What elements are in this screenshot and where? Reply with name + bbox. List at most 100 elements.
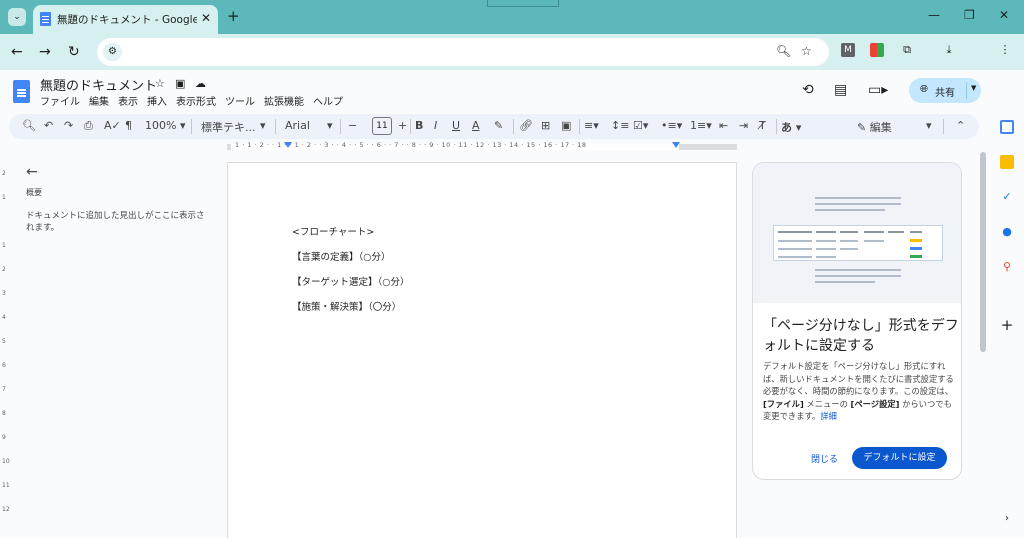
tab-search-button[interactable]: ⌄: [8, 8, 26, 26]
restore-button[interactable]: ❐: [964, 8, 975, 22]
site-info-icon[interactable]: ⚙: [103, 43, 122, 61]
menu-insert[interactable]: 挿入: [147, 93, 167, 108]
input-mode-select[interactable]: あ ▾: [781, 119, 801, 135]
illus-line: [815, 203, 901, 205]
menu-view[interactable]: 表示: [118, 93, 138, 108]
set-default-button[interactable]: デフォルトに設定: [852, 447, 947, 469]
illus-line: [840, 240, 858, 242]
add-comment-icon[interactable]: ⊞: [541, 119, 550, 132]
back-button[interactable]: ←: [11, 44, 23, 60]
link-icon[interactable]: 🔗︎: [519, 119, 533, 132]
document-title[interactable]: 無題のドキュメント: [40, 75, 157, 94]
close-window-button[interactable]: ✕: [999, 8, 1009, 22]
download-icon[interactable]: ⤓: [942, 43, 956, 57]
promo-details-link[interactable]: 詳細: [820, 411, 837, 421]
line-spacing-icon[interactable]: ↕≡: [611, 119, 629, 132]
paint-format-icon[interactable]: ¶: [125, 119, 132, 132]
browser-tab[interactable]: 無題のドキュメント - Google ドキュメント ✕: [33, 5, 218, 34]
checklist-icon[interactable]: ☑▾: [633, 119, 648, 132]
forward-button[interactable]: →: [39, 44, 51, 60]
gmail-extension-icon[interactable]: M: [841, 43, 855, 57]
promo-close-button[interactable]: 閉じる: [811, 452, 838, 465]
decrease-font-icon[interactable]: −: [348, 119, 357, 132]
horizontal-ruler[interactable]: 1 · 1 · 2 · · 1 · · 1 · 2 · · 3 · · 4 · …: [227, 141, 737, 152]
redo-icon[interactable]: ↷: [64, 119, 73, 132]
close-outline-icon[interactable]: ←: [26, 164, 38, 180]
font-size-input[interactable]: 11: [372, 117, 392, 135]
menu-file[interactable]: ファイル: [40, 93, 80, 108]
star-icon[interactable]: ☆: [155, 77, 165, 90]
mode-dropdown-icon[interactable]: ▾: [926, 119, 932, 132]
hide-menus-icon[interactable]: ⌃: [956, 119, 965, 132]
font-select[interactable]: Arial: [285, 119, 310, 132]
menu-format[interactable]: 表示形式: [176, 93, 216, 108]
show-side-panel-icon[interactable]: ›: [1000, 512, 1014, 526]
print-icon[interactable]: ⎙: [84, 119, 93, 133]
align-icon[interactable]: ≡▾: [584, 119, 599, 132]
cloud-status-icon[interactable]: ☁: [195, 77, 206, 90]
extensions-puzzle-icon[interactable]: ⧉: [900, 43, 914, 57]
numbered-list-icon[interactable]: 1≡▾: [690, 119, 712, 132]
document-line[interactable]: 【施策・解決策】（〇分）: [292, 299, 401, 313]
illus-line: [778, 256, 812, 258]
menu-help[interactable]: ヘルプ: [313, 93, 343, 108]
contacts-icon[interactable]: ●: [1000, 225, 1014, 239]
promo-title: 「ページ分けなし」形式をデフォルトに設定する: [763, 318, 959, 354]
zoom-value: 100%: [145, 119, 177, 132]
increase-font-icon[interactable]: +: [398, 119, 407, 132]
style-select[interactable]: 標準テキ...: [201, 119, 269, 135]
underline-icon[interactable]: U: [452, 119, 460, 132]
spellcheck-icon[interactable]: A✓: [104, 119, 121, 132]
editing-mode-label: 編集: [869, 121, 892, 134]
menu-edit[interactable]: 編集: [89, 93, 109, 108]
editing-mode-select[interactable]: ✎ 編集: [857, 119, 892, 135]
docs-logo-icon[interactable]: [13, 80, 30, 103]
zoom-icon[interactable]: 🔍︎: [776, 44, 791, 58]
move-folder-icon[interactable]: ▣: [175, 77, 185, 90]
keep-icon[interactable]: [1000, 155, 1014, 169]
menu-tools[interactable]: ツール: [225, 93, 255, 108]
comments-icon[interactable]: ▤: [834, 82, 847, 98]
vruler-number: 8: [2, 410, 6, 417]
zoom-select[interactable]: 100% ▾: [145, 119, 185, 132]
document-page[interactable]: <フローチャート> 【言葉の定義】（○分） 【ターゲット選定】（○分） 【施策・…: [227, 162, 737, 538]
version-history-icon[interactable]: ⟲: [802, 82, 814, 98]
bold-icon[interactable]: B: [415, 119, 423, 132]
illus-line: [910, 231, 922, 233]
text-color-icon[interactable]: A: [472, 119, 480, 132]
style-dropdown-icon[interactable]: ▾: [260, 119, 266, 132]
italic-icon[interactable]: I: [434, 119, 437, 132]
document-line[interactable]: 【ターゲット選定】（○分）: [292, 274, 410, 288]
decrease-indent-icon[interactable]: ⇤: [719, 119, 728, 132]
highlight-icon[interactable]: ✎: [494, 119, 503, 132]
minimize-button[interactable]: —: [928, 8, 940, 22]
toolbar-divider: [191, 119, 192, 134]
browser-menu-icon[interactable]: ⋮: [998, 43, 1012, 57]
toolbar-divider: [943, 119, 944, 134]
maps-icon[interactable]: ⚲: [1000, 260, 1014, 274]
increase-indent-icon[interactable]: ⇥: [739, 119, 748, 132]
new-tab-button[interactable]: +: [227, 7, 240, 25]
clear-formatting-icon[interactable]: T̸: [759, 119, 766, 132]
share-button[interactable]: 🌐︎ 共有 ▼: [909, 78, 981, 103]
tasks-icon[interactable]: ✓: [1000, 190, 1014, 204]
reload-button[interactable]: ↻: [68, 44, 80, 60]
address-bar[interactable]: ⚙ 🔍︎ ☆: [97, 38, 829, 66]
window-drag-handle[interactable]: [487, 0, 559, 7]
bookmark-star-icon[interactable]: ☆: [801, 44, 812, 58]
share-dropdown-icon[interactable]: ▼: [971, 84, 976, 92]
font-dropdown-icon[interactable]: ▾: [327, 119, 333, 132]
meet-icon[interactable]: ▭▸: [868, 82, 888, 98]
search-menus-icon[interactable]: 🔍︎: [22, 119, 36, 132]
undo-icon[interactable]: ↶: [44, 119, 53, 132]
calendar-icon[interactable]: [1000, 120, 1014, 134]
google-extension-icon[interactable]: [870, 43, 884, 57]
bulleted-list-icon[interactable]: •≡▾: [661, 119, 682, 132]
insert-image-icon[interactable]: ▣: [561, 119, 571, 132]
get-addons-icon[interactable]: +: [1000, 318, 1014, 333]
document-line[interactable]: 【言葉の定義】（○分）: [292, 249, 391, 263]
tab-close-icon[interactable]: ✕: [201, 11, 211, 25]
menu-extensions[interactable]: 拡張機能: [264, 93, 304, 108]
document-line[interactable]: <フローチャート>: [292, 224, 374, 238]
document-scrollbar[interactable]: [980, 152, 986, 352]
